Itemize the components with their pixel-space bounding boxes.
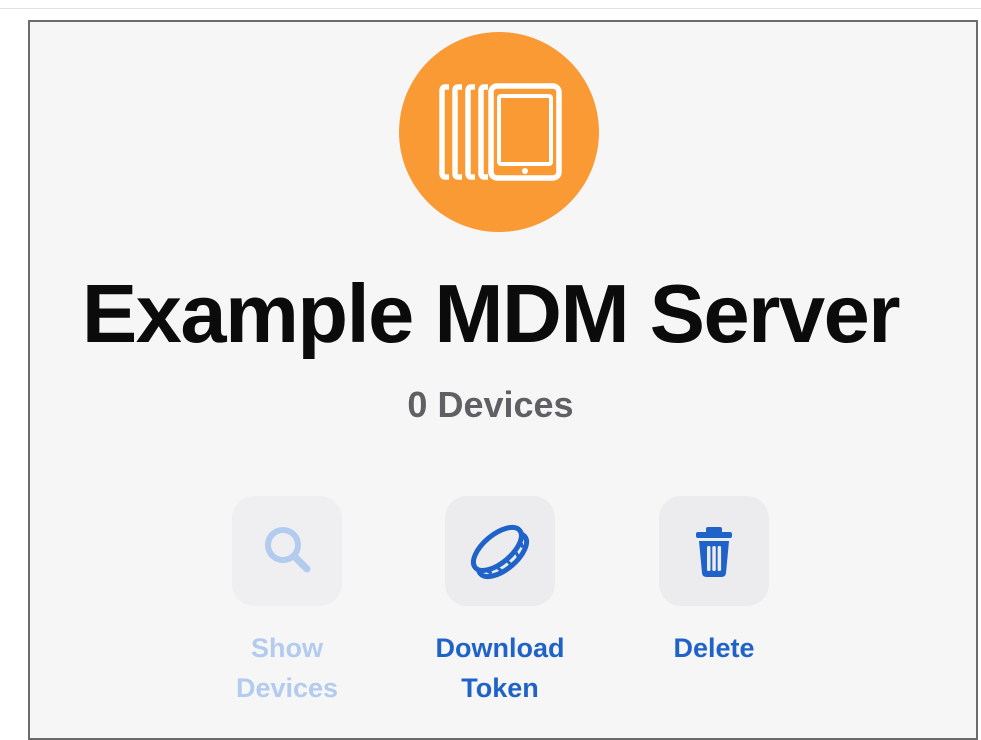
- show-devices-label: Show Devices: [235, 633, 339, 703]
- devices-stack-icon: [399, 32, 599, 232]
- server-title: Example MDM Server: [81, 267, 901, 360]
- delete-label: Delete: [673, 633, 755, 663]
- show-devices-tile[interactable]: [232, 496, 342, 606]
- top-divider: [0, 8, 981, 9]
- delete-button[interactable]: Delete: [604, 496, 824, 668]
- trash-icon: [696, 527, 732, 577]
- download-token-tile[interactable]: [445, 496, 555, 606]
- search-icon: [265, 527, 311, 573]
- download-token-label: Download Token: [435, 633, 565, 703]
- device-count: 0 Devices: [407, 384, 574, 425]
- download-token-button[interactable]: Download Token: [390, 496, 610, 708]
- show-devices-button[interactable]: Show Devices: [177, 496, 397, 708]
- delete-tile[interactable]: [659, 496, 769, 606]
- token-coin-icon: [470, 524, 530, 580]
